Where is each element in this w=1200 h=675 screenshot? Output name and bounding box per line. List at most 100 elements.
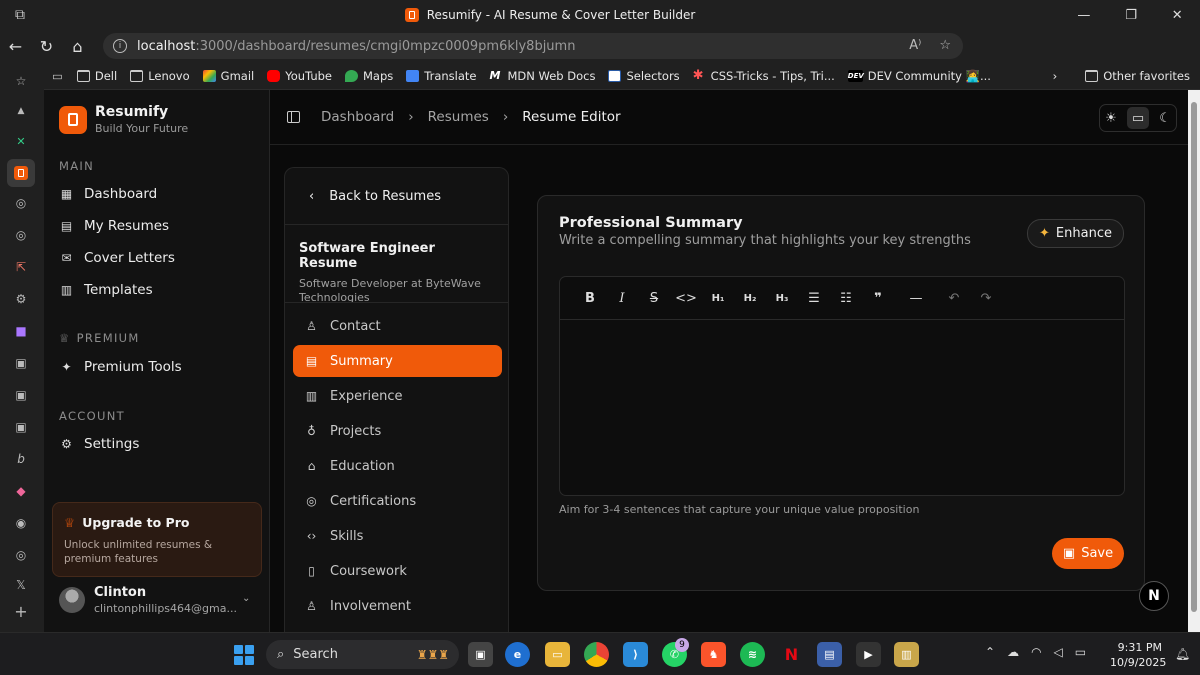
section-projects[interactable]: ♁ Projects bbox=[293, 415, 502, 447]
vscode-icon[interactable]: ⟩ bbox=[623, 642, 648, 667]
sidebar-item-premium-tools[interactable]: ✦ Premium Tools bbox=[59, 359, 181, 375]
upgrade-card[interactable]: ♕ Upgrade to Pro Unlock unlimited resumes… bbox=[52, 502, 262, 577]
scrollbar-thumb[interactable] bbox=[1191, 102, 1197, 612]
netflix-icon[interactable]: N bbox=[779, 642, 804, 667]
file-explorer-icon[interactable]: ▭ bbox=[545, 642, 570, 667]
app-icon[interactable]: ◎ bbox=[12, 546, 30, 564]
sidebar-item-dashboard[interactable]: ▦ Dashboard bbox=[59, 186, 157, 202]
pin-toolbar-icon[interactable]: ☆ bbox=[12, 72, 30, 90]
section-coursework[interactable]: ▯ Coursework bbox=[293, 555, 502, 587]
restore-icon[interactable]: ❐ bbox=[1125, 8, 1137, 23]
battery-icon[interactable]: ▭ bbox=[1075, 645, 1086, 659]
page-scrollbar[interactable] bbox=[1188, 90, 1200, 632]
monitor-icon[interactable]: ▭ bbox=[1126, 107, 1149, 129]
bookmark-dev[interactable]: DEV DEV Community 👩‍💻... bbox=[847, 69, 991, 83]
wifi-icon[interactable]: ◠ bbox=[1031, 645, 1041, 659]
clock[interactable]: 9:31 PM 10/9/2025 bbox=[1110, 640, 1166, 670]
app-icon[interactable]: ▣ bbox=[12, 354, 30, 372]
section-education[interactable]: ⌂ Education bbox=[293, 450, 502, 482]
sidebar-item-cover-letters[interactable]: ✉ Cover Letters bbox=[59, 250, 174, 266]
bookmarks-overflow-icon[interactable]: › bbox=[1053, 69, 1058, 83]
section-certifications[interactable]: ◎ Certifications bbox=[293, 485, 502, 517]
workspaces-icon[interactable]: ⧉ bbox=[0, 7, 40, 23]
app-icon[interactable]: ▲ bbox=[12, 102, 30, 120]
windows-start-icon[interactable] bbox=[234, 645, 254, 665]
brave-icon[interactable]: ♞ bbox=[701, 642, 726, 667]
app-icon[interactable]: ✕ bbox=[12, 132, 30, 150]
summary-editor[interactable]: B I S <> H₁ H₂ H₃ ☰ ☷ ❞ — ↶ ↷ bbox=[559, 276, 1125, 496]
resumify-app-icon[interactable] bbox=[7, 159, 35, 187]
minimize-icon[interactable]: — bbox=[1077, 8, 1090, 23]
sun-icon[interactable]: ☀ bbox=[1105, 111, 1117, 126]
code-icon[interactable]: <> bbox=[670, 291, 702, 306]
chrome-icon[interactable] bbox=[584, 642, 609, 667]
bookmark-translate[interactable]: Translate bbox=[406, 69, 476, 83]
app-icon[interactable]: ▤ bbox=[817, 642, 842, 667]
bookmark-css-tricks[interactable]: ✱ CSS-Tricks - Tips, Tri... bbox=[693, 69, 835, 83]
app-icon[interactable]: ◎ bbox=[12, 226, 30, 244]
strikethrough-icon[interactable]: S bbox=[638, 291, 670, 306]
app-icon[interactable]: ▶ bbox=[856, 642, 881, 667]
italic-icon[interactable]: I bbox=[606, 291, 638, 306]
bookmark-lenovo[interactable]: Lenovo bbox=[130, 69, 190, 83]
spotify-icon[interactable]: ≋ bbox=[740, 642, 765, 667]
heading-3-icon[interactable]: H₃ bbox=[766, 293, 798, 304]
user-menu[interactable]: Clinton clintonphillips464@gma... bbox=[59, 585, 237, 615]
notification-bell-icon[interactable]: 🔔︎ bbox=[1175, 647, 1190, 661]
sidebar-item-my-resumes[interactable]: ▤ My Resumes bbox=[59, 218, 169, 234]
breadcrumb-resumes[interactable]: Resumes bbox=[428, 109, 489, 125]
ordered-list-icon[interactable]: ☷ bbox=[830, 291, 862, 306]
bookmark-maps[interactable]: Maps bbox=[344, 69, 393, 83]
quote-icon[interactable]: ❞ bbox=[862, 291, 894, 306]
url-field[interactable]: i localhost:3000/dashboard/resumes/cmgi0… bbox=[103, 33, 963, 59]
back-arrow-icon[interactable]: ← bbox=[0, 37, 31, 56]
bookmark-mdn[interactable]: M MDN Web Docs bbox=[489, 69, 595, 83]
read-aloud-icon[interactable]: A⁾ bbox=[909, 38, 921, 53]
bookmark-selectors[interactable]: Selectors bbox=[608, 69, 680, 83]
favorite-star-icon[interactable]: ☆ bbox=[939, 38, 951, 53]
app-icon[interactable]: ⚙ bbox=[12, 290, 30, 308]
nextjs-dev-badge[interactable]: N bbox=[1139, 581, 1169, 611]
site-info-icon[interactable]: i bbox=[113, 39, 127, 53]
app-icon[interactable]: ⇱ bbox=[12, 258, 30, 276]
taskbar-search[interactable]: ⌕ Search ♜♜♜ bbox=[266, 640, 459, 669]
section-contact[interactable]: ♙ Contact bbox=[293, 310, 502, 342]
app-icon[interactable]: ◆ bbox=[12, 482, 30, 500]
app-icon[interactable]: ▣ bbox=[12, 418, 30, 436]
horizontal-rule-icon[interactable]: — bbox=[900, 291, 932, 306]
chevron-down-icon[interactable]: ⌄ bbox=[242, 593, 250, 604]
sidebar-item-settings[interactable]: ⚙ Settings bbox=[59, 436, 139, 452]
refresh-icon[interactable]: ↻ bbox=[31, 37, 62, 56]
bookmark-dell[interactable]: Dell bbox=[76, 69, 117, 83]
section-experience[interactable]: ▥ Experience bbox=[293, 380, 502, 412]
other-favorites[interactable]: Other favorites bbox=[1085, 69, 1190, 83]
x-icon[interactable]: 𝕏 bbox=[12, 576, 30, 594]
sidebar-toggle-icon[interactable] bbox=[287, 111, 300, 123]
back-to-resumes-button[interactable]: ‹ Back to Resumes bbox=[285, 168, 508, 225]
moon-icon[interactable]: ☾ bbox=[1159, 111, 1171, 126]
chevron-up-icon[interactable]: ⌃ bbox=[985, 645, 995, 659]
app-icon[interactable]: ▣ bbox=[12, 386, 30, 404]
add-icon[interactable]: + bbox=[12, 602, 30, 621]
heading-1-icon[interactable]: H₁ bbox=[702, 293, 734, 304]
bookmark-gmail[interactable]: Gmail bbox=[202, 69, 254, 83]
undo-icon[interactable]: ↶ bbox=[938, 291, 970, 306]
edge-app-icon[interactable]: e bbox=[505, 642, 530, 667]
bookmark-youtube[interactable]: YouTube bbox=[267, 69, 332, 83]
section-skills[interactable]: ‹› Skills bbox=[293, 520, 502, 552]
onedrive-icon[interactable]: ☁ bbox=[1007, 645, 1019, 659]
bold-icon[interactable]: B bbox=[574, 291, 606, 306]
bullet-list-icon[interactable]: ☰ bbox=[798, 291, 830, 306]
brand[interactable]: Resumify Build Your Future bbox=[59, 104, 188, 135]
close-icon[interactable]: ✕ bbox=[1172, 8, 1183, 23]
app-icon[interactable]: ▥ bbox=[894, 642, 919, 667]
volume-icon[interactable]: ◁ bbox=[1054, 645, 1063, 659]
home-icon[interactable]: ⌂ bbox=[62, 37, 93, 56]
app-icon[interactable]: b bbox=[12, 450, 30, 468]
task-view-icon[interactable]: ▣ bbox=[468, 642, 493, 667]
app-icon[interactable]: ■ bbox=[12, 322, 30, 340]
sidebar-item-templates[interactable]: ▥ Templates bbox=[59, 282, 153, 298]
github-icon[interactable]: ◉ bbox=[12, 514, 30, 532]
tab-actions-icon[interactable]: ▭ bbox=[52, 69, 63, 83]
app-icon[interactable]: ◎ bbox=[12, 194, 30, 212]
